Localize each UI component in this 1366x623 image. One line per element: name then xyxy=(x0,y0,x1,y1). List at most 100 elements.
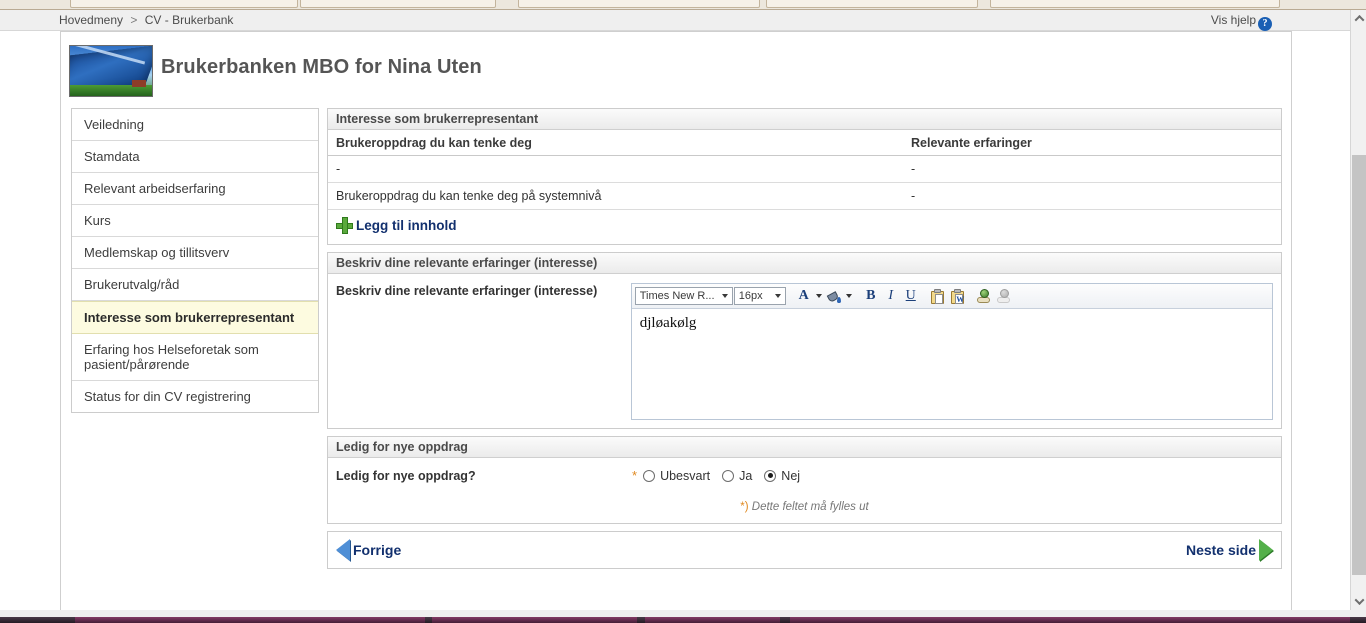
content-frame: Brukerbanken MBO for Nina Uten Veilednin… xyxy=(60,31,1292,612)
radio-button-ubesvart[interactable] xyxy=(643,469,656,482)
panel-ledig-title: Ledig for nye oppdrag xyxy=(328,437,1281,458)
font-family-select[interactable]: Times New R... xyxy=(634,287,733,305)
browser-menu-tab[interactable] xyxy=(518,0,760,8)
page-canvas: Hovedmeny > CV - Brukerbank Vis hjelp? B… xyxy=(0,10,1350,612)
text-color-dropdown-icon[interactable] xyxy=(814,286,824,306)
radio-button-nej[interactable] xyxy=(764,469,777,482)
taskbar-item[interactable] xyxy=(645,617,780,623)
previous-page-button[interactable]: Forrige xyxy=(336,539,401,561)
scrollbar-thumb[interactable] xyxy=(1352,155,1366,575)
insert-link-icon[interactable] xyxy=(975,286,995,306)
chevron-down-icon[interactable] xyxy=(1351,593,1366,610)
radio-label-ubesvart: Ubesvart xyxy=(660,468,711,483)
triangle-right-icon xyxy=(1259,539,1273,561)
font-family-value: Times New R... xyxy=(639,290,715,302)
background-color-dropdown-icon[interactable] xyxy=(844,286,854,306)
next-page-label: Neste side xyxy=(1185,542,1256,558)
sidebar-item-stamdata[interactable]: Stamdata xyxy=(72,141,318,173)
editor-toolbar: Times New R... 16px A B I U W xyxy=(631,284,1272,309)
font-size-value: 16px xyxy=(738,290,763,302)
panel-beskriv-title: Beskriv dine relevante erfaringer (inter… xyxy=(328,253,1281,274)
panel-beskriv-body: Beskriv dine relevante erfaringer (inter… xyxy=(328,274,1281,428)
panel-ledig-body: Ledig for nye oppdrag? * Ubesvart Ja Nej xyxy=(328,458,1281,523)
remove-link-icon[interactable] xyxy=(995,286,1015,306)
table-row[interactable]: Brukeroppdrag du kan tenke deg på system… xyxy=(328,182,1281,210)
browser-menu-tab[interactable] xyxy=(766,0,978,8)
background-color-icon[interactable] xyxy=(824,286,844,306)
previous-page-label: Forrige xyxy=(353,542,402,558)
header-photo-thumbnail xyxy=(69,45,153,97)
add-content-row: Legg til innhold xyxy=(328,210,1281,244)
text-color-icon[interactable]: A xyxy=(794,286,814,306)
show-help-label: Vis hjelp xyxy=(1210,13,1256,27)
chevron-up-icon[interactable] xyxy=(1351,10,1366,27)
next-page-button[interactable]: Neste side xyxy=(1186,539,1273,561)
interesse-table: Brukeroppdrag du kan tenke deg Relevante… xyxy=(328,130,1281,210)
cell-erfaring: - xyxy=(903,155,1281,183)
chevron-down-icon xyxy=(721,294,728,298)
browser-menu-tab[interactable] xyxy=(70,0,298,8)
vertical-scrollbar[interactable] xyxy=(1350,10,1366,610)
sidebar-item-status-cv[interactable]: Status for din CV registrering xyxy=(72,381,318,412)
sidebar-item-brukerutvalg[interactable]: Brukerutvalg/råd xyxy=(72,269,318,301)
radio-label-ja: Ja xyxy=(739,468,753,483)
browser-menu-tab[interactable] xyxy=(990,0,1280,8)
font-size-select[interactable]: 16px xyxy=(733,287,786,305)
sidebar-item-kurs[interactable]: Kurs xyxy=(72,205,318,237)
browser-menu-strip xyxy=(0,0,1366,10)
editor-field-label: Beskriv dine relevante erfaringer (inter… xyxy=(336,284,598,298)
panel-beskriv-erfaringer: Beskriv dine relevante erfaringer (inter… xyxy=(327,252,1282,429)
underline-icon[interactable]: U xyxy=(901,286,921,306)
panel-interesse: Interesse som brukerrepresentant Brukero… xyxy=(327,108,1282,245)
pager-row: Forrige Neste side xyxy=(328,532,1281,568)
cell-brukeroppdrag: Brukeroppdrag du kan tenke deg på system… xyxy=(328,182,903,210)
column-header-brukeroppdrag: Brukeroppdrag du kan tenke deg xyxy=(328,130,903,156)
sidebar-item-medlemskap[interactable]: Medlemskap og tillitsverv xyxy=(72,237,318,269)
rich-text-editor[interactable]: Times New R... 16px A B I U W djløakølg xyxy=(630,283,1273,420)
availability-label: Ledig for nye oppdrag? xyxy=(336,468,476,483)
required-field-hint: *) Dette feltet må fylles ut xyxy=(328,487,1281,523)
paste-from-word-icon[interactable]: W xyxy=(948,286,968,306)
sidebar-item-interesse-brukerrepresentant[interactable]: Interesse som brukerrepresentant xyxy=(72,301,318,334)
hint-text: Dette feltet må fylles ut xyxy=(748,501,869,513)
bold-icon[interactable]: B xyxy=(861,286,881,306)
radio-option-ja[interactable]: Ja xyxy=(722,469,752,483)
editor-content-area[interactable]: djløakølg xyxy=(631,309,1272,419)
page-header: Brukerbanken MBO for Nina Uten xyxy=(61,32,1291,104)
editor-field-row: Beskriv dine relevante erfaringer (inter… xyxy=(328,274,1281,428)
table-header-row: Brukeroppdrag du kan tenke deg Relevante… xyxy=(328,130,1281,156)
triangle-left-icon xyxy=(336,539,350,561)
os-taskbar[interactable] xyxy=(0,617,1366,623)
taskbar-item[interactable] xyxy=(790,617,1350,623)
browser-menu-tab[interactable] xyxy=(300,0,496,8)
roof-shape xyxy=(132,80,146,87)
radio-option-ubesvart[interactable]: Ubesvart xyxy=(643,469,710,483)
breadcrumb-separator: > xyxy=(130,13,138,27)
sidebar-item-relevant-arbeidserfaring[interactable]: Relevant arbeidserfaring xyxy=(72,173,318,205)
italic-icon[interactable]: I xyxy=(881,286,901,306)
help-question-icon[interactable]: ? xyxy=(1258,17,1272,31)
radio-label-nej: Nej xyxy=(781,468,801,483)
add-content-label: Legg til innhold xyxy=(356,218,457,233)
radio-button-ja[interactable] xyxy=(722,469,735,482)
sidebar-item-veiledning[interactable]: Veiledning xyxy=(72,109,318,141)
chevron-down-icon xyxy=(774,294,781,298)
breadcrumb-item-current[interactable]: CV - Brukerbank xyxy=(145,13,234,27)
column-header-relevante-erfaringer: Relevante erfaringer xyxy=(903,130,1281,156)
cell-erfaring: - xyxy=(903,182,1281,210)
show-help-link[interactable]: Vis hjelp? xyxy=(1211,13,1272,31)
sidebar-item-erfaring-helseforetak[interactable]: Erfaring hos Helseforetak som pasient/på… xyxy=(72,334,318,381)
add-content-link[interactable]: Legg til innhold xyxy=(336,217,456,235)
breadcrumb-item-home[interactable]: Hovedmeny xyxy=(59,13,123,27)
panel-pager: Forrige Neste side xyxy=(327,531,1282,569)
taskbar-item[interactable] xyxy=(432,617,637,623)
paste-icon[interactable] xyxy=(928,286,948,306)
panel-interesse-title: Interesse som brukerrepresentant xyxy=(328,109,1281,130)
availability-row: Ledig for nye oppdrag? * Ubesvart Ja Nej xyxy=(328,458,1281,487)
required-marker: * xyxy=(632,468,638,483)
radio-option-nej[interactable]: Nej xyxy=(764,469,800,483)
breadcrumb: Hovedmeny > CV - Brukerbank xyxy=(59,13,233,27)
taskbar-item[interactable] xyxy=(75,617,425,623)
table-row[interactable]: - - xyxy=(328,155,1281,183)
panel-ledig-oppdrag: Ledig for nye oppdrag Ledig for nye oppd… xyxy=(327,436,1282,524)
